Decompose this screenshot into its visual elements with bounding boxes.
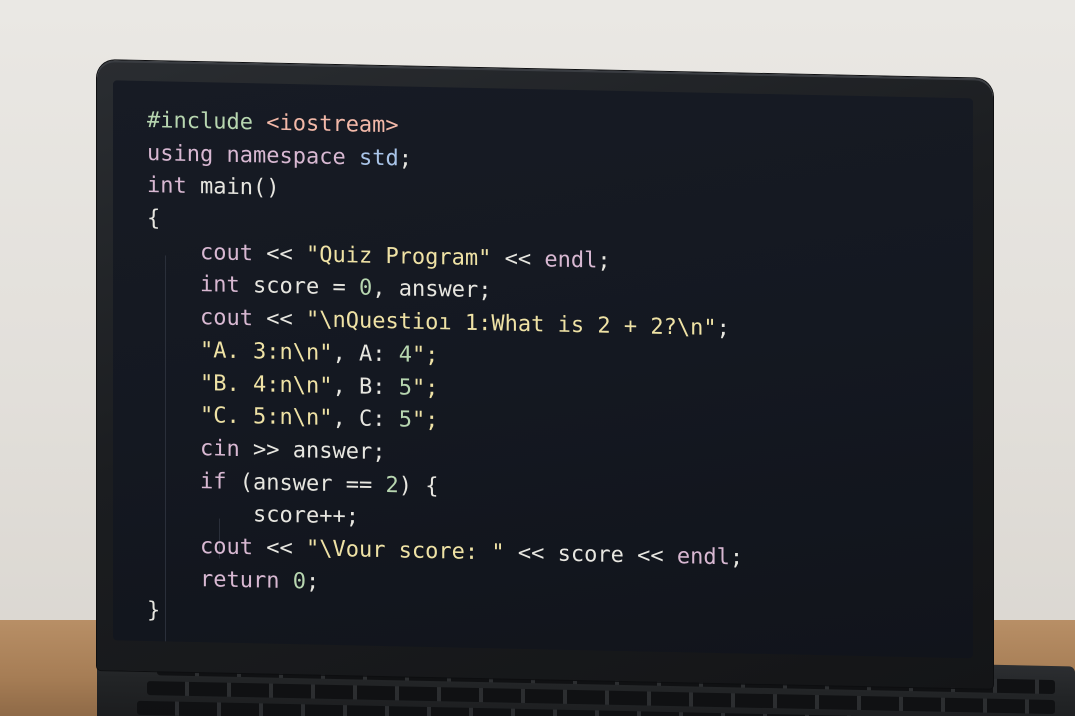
laptop: #include <iostream> using namespace std; i… [97,60,1075,716]
laptop-bezel: #include <iostream> using namespace std; i… [97,60,993,689]
laptop-screen: #include <iostream> using namespace std; i… [113,80,973,659]
photo-scene: #include <iostream> using namespace std; i… [0,0,1075,716]
code-editor-text: #include <iostream> using namespace std; i… [147,105,743,640]
